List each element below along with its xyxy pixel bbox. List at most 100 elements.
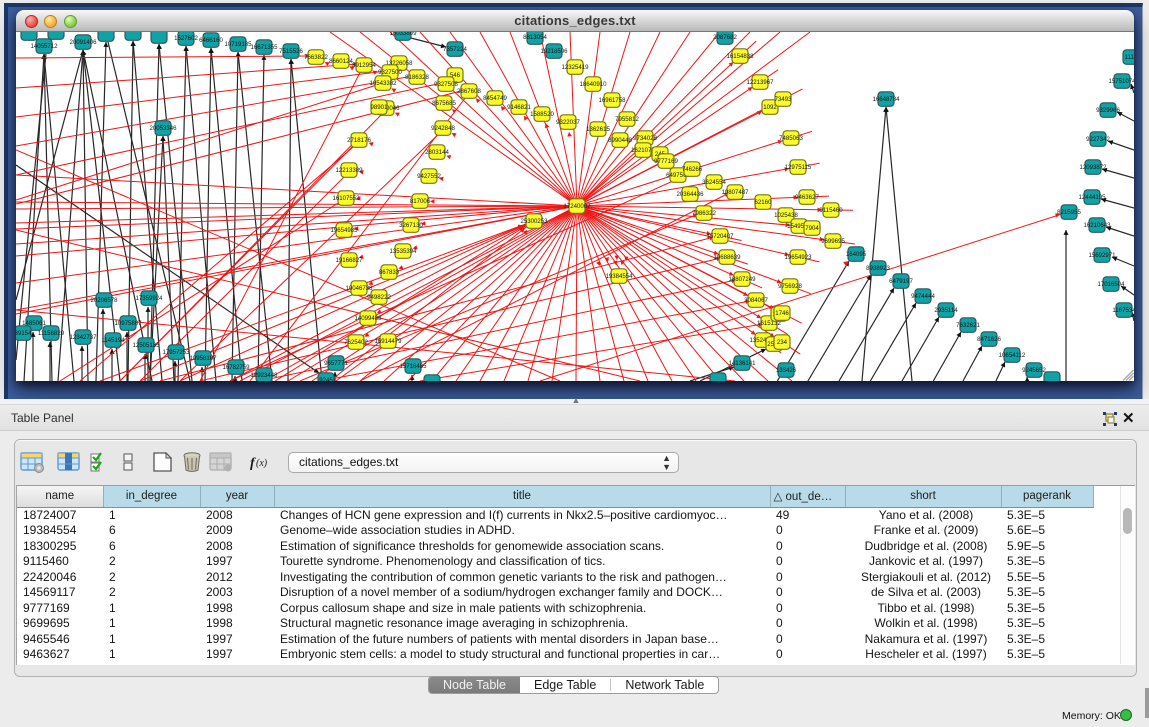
svg-text:1527602: 1527602 (174, 35, 198, 42)
svg-text:1746: 1746 (775, 310, 789, 317)
svg-text:20053346: 20053346 (149, 125, 177, 132)
svg-text:9657771: 9657771 (324, 360, 348, 367)
svg-text:11156829: 11156829 (38, 330, 65, 337)
svg-text:25300253: 25300253 (520, 218, 548, 225)
svg-text:8215955: 8215955 (1057, 209, 1081, 216)
svg-text:3624554: 3624554 (702, 179, 726, 186)
svg-text:10046738: 10046738 (345, 285, 373, 292)
svg-text:2803144: 2803144 (425, 149, 449, 156)
svg-text:20206578: 20206578 (90, 297, 118, 304)
svg-text:9498222: 9498222 (367, 294, 391, 301)
svg-text:6466160: 6466160 (199, 37, 223, 44)
svg-text:1167534: 1167534 (1112, 307, 1134, 314)
svg-text:9322037: 9322037 (556, 119, 580, 126)
svg-text:12444195: 12444195 (1078, 194, 1106, 201)
svg-text:8813054: 8813054 (523, 34, 547, 41)
svg-text:7515526: 7515526 (279, 48, 303, 55)
svg-text:10688639: 10688639 (713, 254, 741, 261)
svg-text:7357224: 7357224 (443, 46, 467, 53)
svg-text:16107552: 16107552 (332, 195, 360, 202)
svg-text:7986322: 7986322 (692, 210, 716, 217)
svg-text:15751074: 15751074 (1108, 78, 1134, 85)
svg-text:12213967: 12213967 (746, 79, 774, 86)
svg-text:234: 234 (777, 339, 788, 346)
svg-text:20091406: 20091406 (69, 39, 97, 46)
svg-text:10654112: 10654112 (999, 352, 1026, 359)
svg-text:164095: 164095 (846, 251, 867, 258)
svg-text:18807249: 18807249 (728, 276, 756, 283)
svg-text:7904: 7904 (805, 225, 819, 232)
svg-text:2718176: 2718176 (347, 137, 371, 144)
svg-text:19218506: 19218506 (540, 48, 568, 55)
svg-text:(x): (x) (256, 458, 268, 469)
svg-text:12325419: 12325419 (561, 64, 589, 71)
svg-text:8912954: 8912954 (352, 62, 376, 69)
svg-text:16648784: 16648784 (872, 96, 900, 103)
svg-text:9242848: 9242848 (431, 125, 455, 132)
svg-text:8660124: 8660124 (329, 58, 353, 65)
svg-text:7663822: 7663822 (304, 54, 328, 61)
svg-text:73493: 73493 (775, 96, 793, 103)
svg-text:2935114: 2935114 (934, 307, 958, 314)
svg-text:1362615: 1362615 (586, 126, 610, 133)
svg-text:9327508: 9327508 (434, 81, 458, 88)
svg-text:3267130: 3267130 (399, 222, 423, 229)
svg-text:62160: 62160 (755, 199, 773, 206)
svg-text:9777169: 9777169 (654, 158, 678, 165)
svg-text:9329966: 9329966 (1096, 107, 1120, 114)
svg-text:19654923: 19654923 (784, 254, 812, 261)
svg-text:6479197: 6479197 (889, 278, 913, 285)
svg-text:2867608: 2867608 (457, 88, 481, 95)
svg-text:8675685: 8675685 (432, 100, 456, 107)
svg-text:1588520: 1588520 (530, 111, 554, 118)
svg-text:1117: 1117 (1125, 54, 1134, 61)
svg-text:2087682: 2087682 (713, 34, 737, 41)
svg-text:9146821: 9146821 (507, 104, 531, 111)
svg-text:15720407: 15720407 (706, 233, 734, 240)
svg-text:9427552: 9427552 (417, 173, 441, 180)
svg-text:16671355: 16671355 (250, 44, 278, 51)
svg-text:3084067: 3084067 (744, 297, 768, 304)
svg-text:16033809: 16033809 (389, 32, 417, 37)
svg-text:12342737: 12342737 (69, 334, 97, 341)
svg-text:7625402: 7625402 (344, 339, 368, 346)
svg-text:9699695: 9699695 (821, 238, 845, 245)
svg-text:12975115: 12975115 (785, 164, 812, 171)
svg-text:8186328: 8186328 (405, 74, 429, 81)
svg-text:9245: 9245 (319, 377, 333, 381)
svg-text:13535394: 13535394 (389, 248, 417, 255)
svg-text:17016504: 17016504 (1097, 281, 1125, 288)
svg-text:19654985: 19654985 (330, 227, 358, 234)
svg-text:10958107: 10958107 (189, 355, 217, 362)
svg-text:9474444: 9474444 (911, 293, 935, 300)
svg-text:9227342: 9227342 (1086, 136, 1110, 143)
svg-text:10975867: 10975867 (114, 320, 142, 327)
svg-text:10807487: 10807487 (721, 189, 749, 196)
svg-text:18640910: 18640910 (579, 81, 607, 88)
svg-text:867833: 867833 (379, 269, 400, 276)
svg-text:9115460: 9115460 (819, 207, 843, 214)
svg-text:746266: 746266 (682, 166, 703, 173)
svg-text:14055712: 14055712 (30, 43, 58, 50)
svg-text:817006: 817006 (410, 198, 431, 205)
svg-text:20364436: 20364436 (676, 191, 704, 198)
svg-text:16961758: 16961758 (598, 97, 626, 104)
svg-text:14136141: 14136141 (728, 360, 756, 367)
svg-text:10543382: 10543382 (369, 80, 397, 87)
svg-text:12505135: 12505135 (132, 342, 160, 349)
svg-text:15716485: 15716485 (399, 363, 427, 370)
svg-text:16782759: 16782759 (222, 364, 250, 371)
svg-text:12093872: 12093872 (1079, 164, 1107, 171)
svg-text:1145194: 1145194 (101, 337, 125, 344)
svg-text:14099488: 14099488 (354, 315, 382, 322)
svg-text:12213389: 12213389 (335, 167, 363, 174)
svg-text:7632621: 7632621 (956, 322, 980, 329)
svg-text:8938923: 8938923 (866, 265, 890, 272)
svg-text:133426: 133426 (776, 367, 797, 374)
svg-text:8454749: 8454749 (483, 95, 507, 102)
svg-text:1025438: 1025438 (774, 212, 798, 219)
svg-text:17240007: 17240007 (563, 203, 591, 210)
svg-text:39154: 39154 (16, 330, 32, 337)
svg-text:19384554: 19384554 (605, 273, 633, 280)
svg-text:8990448: 8990448 (608, 137, 632, 144)
